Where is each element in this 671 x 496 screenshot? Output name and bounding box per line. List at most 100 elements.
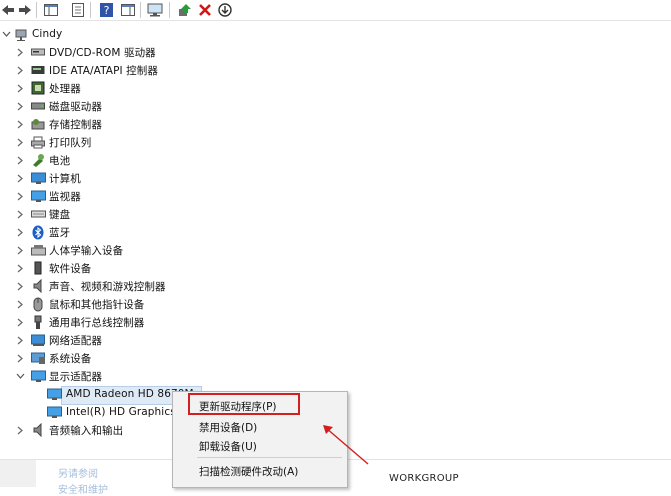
chevron-right-icon[interactable] (15, 297, 25, 311)
chevron-right-icon[interactable] (15, 279, 25, 293)
audio-io-icon (30, 422, 46, 438)
action-pane-icon[interactable] (120, 2, 136, 17)
chevron-right-icon[interactable] (15, 423, 25, 437)
disk-drive-icon (30, 98, 46, 114)
chevron-right-icon[interactable] (15, 117, 25, 131)
background-link-security: 安全和维护 (58, 485, 108, 496)
chevron-right-icon[interactable] (15, 45, 25, 59)
tree-item-print-queue[interactable]: 打印队列 (0, 133, 460, 151)
chevron-down-icon[interactable] (15, 369, 25, 383)
tree-root-label: Cindy (32, 28, 63, 40)
toolbar-separator (90, 2, 91, 18)
chevron-down-icon[interactable] (1, 27, 11, 41)
uninstall-red-x-icon[interactable] (197, 2, 213, 17)
chevron-right-icon[interactable] (15, 81, 25, 95)
tree-item-label: 鼠标和其他指针设备 (49, 298, 145, 311)
tree-item-processor[interactable]: 处理器 (0, 79, 460, 97)
tree-item-label: 网络适配器 (49, 334, 102, 347)
disable-device-icon[interactable] (217, 2, 233, 17)
hid-icon (30, 242, 46, 258)
tree-item-display-adapter[interactable]: 显示适配器 (0, 367, 460, 385)
workgroup-label: WORKGROUP (389, 473, 459, 484)
properties-icon[interactable] (70, 2, 86, 17)
tree-item-disk-drive[interactable]: 磁盘驱动器 (0, 97, 460, 115)
tree-item-sound-video-game[interactable]: 声音、视频和游戏控制器 (0, 277, 460, 295)
display-adapter-icon (46, 386, 62, 402)
update-driver-icon[interactable] (177, 2, 193, 17)
annotation-arrow (323, 425, 369, 465)
chevron-right-icon[interactable] (15, 315, 25, 329)
network-adapter-icon (30, 332, 46, 348)
tree-item-label: 计算机 (49, 172, 81, 185)
tree-item-label: 人体学输入设备 (49, 244, 124, 257)
monitor-icon (30, 188, 46, 204)
toolbar: ? (0, 0, 671, 21)
tree-item-hid[interactable]: 人体学输入设备 (0, 241, 460, 259)
tree-item-label: DVD/CD-ROM 驱动器 (49, 46, 156, 59)
tree-item-storage-controller[interactable]: 存储控制器 (0, 115, 460, 133)
tree-item-network-adapter[interactable]: 网络适配器 (0, 331, 460, 349)
processor-icon (30, 80, 46, 96)
tree-item-keyboard[interactable]: 键盘 (0, 205, 460, 223)
menu-item-disable-device[interactable]: 禁用设备(D) (199, 420, 257, 435)
show-hide-console-tree-icon[interactable] (43, 2, 59, 17)
tree-item-label: 磁盘驱动器 (49, 100, 102, 113)
menu-item-uninstall-device[interactable]: 卸载设备(U) (199, 439, 257, 454)
computer-icon (30, 170, 46, 186)
tree-item-label: 存储控制器 (49, 118, 102, 131)
tree-item-label: 音频输入和输出 (49, 424, 124, 437)
svg-text:?: ? (103, 4, 109, 17)
tree-item-ide-ata-atapi[interactable]: IDE ATA/ATAPI 控制器 (0, 61, 460, 79)
chevron-right-icon[interactable] (15, 135, 25, 149)
tree-item-system-device[interactable]: 系统设备 (0, 349, 460, 367)
tree-item-mouse[interactable]: 鼠标和其他指针设备 (0, 295, 460, 313)
chevron-right-icon[interactable] (15, 351, 25, 365)
tree-item-label: 系统设备 (49, 352, 92, 365)
dvd-drive-icon (30, 44, 46, 60)
tree-item-label: 软件设备 (49, 262, 92, 275)
usb-icon (30, 314, 46, 330)
tree-item-label: 显示适配器 (49, 370, 102, 383)
tree-child-label: Intel(R) HD Graphics (66, 406, 176, 418)
tree-item-label: 打印队列 (49, 136, 92, 149)
tree-item-label: 声音、视频和游戏控制器 (49, 280, 166, 293)
chevron-right-icon[interactable] (15, 153, 25, 167)
tree-item-computer[interactable]: 计算机 (0, 169, 460, 187)
chevron-right-icon[interactable] (15, 99, 25, 113)
tree-item-monitor[interactable]: 监视器 (0, 187, 460, 205)
tree-item-label: 处理器 (49, 82, 81, 95)
display-adapter-icon (46, 404, 62, 420)
chevron-right-icon[interactable] (15, 333, 25, 347)
storage-controller-icon (30, 116, 46, 132)
speaker-icon (30, 278, 46, 294)
chevron-right-icon[interactable] (15, 261, 25, 275)
toolbar-separator (140, 2, 141, 18)
bluetooth-icon (30, 224, 46, 240)
toolbar-separator (169, 2, 170, 18)
chevron-right-icon[interactable] (15, 207, 25, 221)
chevron-right-icon[interactable] (15, 63, 25, 77)
forward-arrow-icon[interactable] (17, 2, 33, 17)
system-device-icon (30, 350, 46, 366)
background-strip (0, 460, 36, 487)
tree-item-software-device[interactable]: 软件设备 (0, 259, 460, 277)
tree-root-cindy[interactable]: Cindy (0, 25, 460, 43)
tree-item-label: 蓝牙 (49, 226, 71, 239)
tree-item-usb[interactable]: 通用串行总线控制器 (0, 313, 460, 331)
tree-item-dvd-cdrom[interactable]: DVD/CD-ROM 驱动器 (0, 43, 460, 61)
background-link-see-also: 另请参阅 (58, 469, 98, 480)
tree-item-label: IDE ATA/ATAPI 控制器 (49, 64, 158, 77)
chevron-right-icon[interactable] (15, 225, 25, 239)
tree-item-bluetooth[interactable]: 蓝牙 (0, 223, 460, 241)
menu-item-scan-hardware[interactable]: 扫描检测硬件改动(A) (199, 464, 298, 479)
chevron-right-icon[interactable] (15, 171, 25, 185)
back-arrow-icon[interactable] (0, 2, 16, 17)
help-icon[interactable]: ? (98, 2, 114, 17)
scan-hardware-monitor-icon[interactable] (147, 2, 163, 17)
toolbar-separator (36, 2, 37, 18)
keyboard-icon (30, 206, 46, 222)
chevron-right-icon[interactable] (15, 243, 25, 257)
chevron-right-icon[interactable] (15, 189, 25, 203)
tree-item-battery[interactable]: 电池 (0, 151, 460, 169)
software-device-icon (30, 260, 46, 276)
